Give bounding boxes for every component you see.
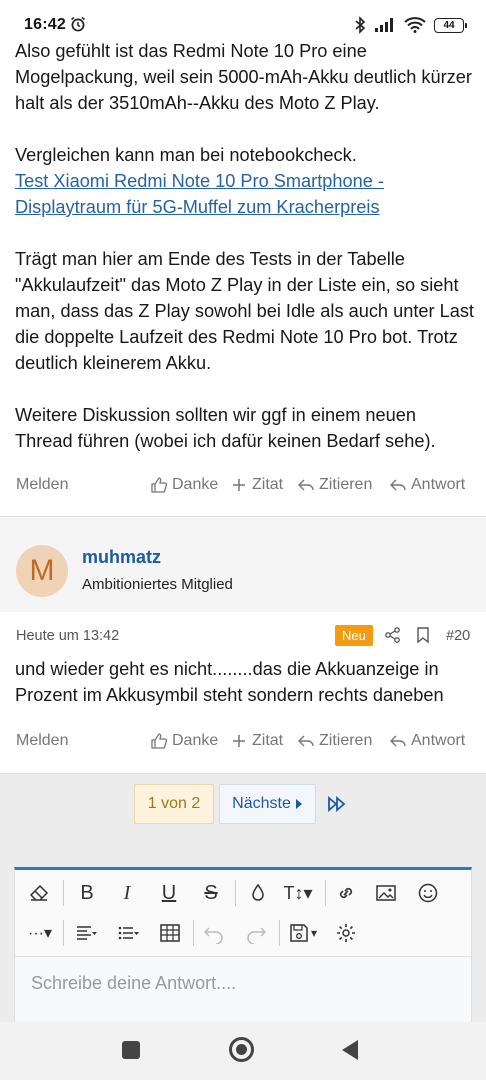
- post-body: und wieder geht es nicht........das die …: [15, 659, 444, 705]
- reply-button[interactable]: Antwort: [389, 476, 465, 494]
- bold-icon[interactable]: B: [73, 880, 101, 906]
- post-actions: Melden Danke Zitat Zitieren Antwort: [0, 472, 486, 502]
- post-paragraph: Vergleichen kann man bei notebookcheck. …: [15, 142, 475, 220]
- system-navigation-bar: [0, 1022, 486, 1080]
- quote-button[interactable]: Zitieren: [297, 732, 372, 750]
- next-page-label: Nächste: [232, 795, 291, 812]
- next-page-button[interactable]: Nächste: [219, 784, 316, 824]
- pagination: 1 von 2 Nächste: [0, 773, 486, 853]
- post-author-header: M muhmatz Ambitioniertes Mitglied: [0, 516, 486, 612]
- underline-icon[interactable]: U: [155, 880, 183, 906]
- toolbar-separator: [279, 920, 280, 946]
- quote-reply-icon: [298, 735, 314, 747]
- link-icon[interactable]: [333, 880, 359, 906]
- caret-right-icon: [295, 799, 302, 809]
- undo-icon[interactable]: [201, 920, 227, 946]
- post-content: Also gefühlt ist das Redmi Note 10 Pro e…: [15, 38, 475, 480]
- bookmark-icon[interactable]: [414, 626, 432, 644]
- post-paragraph: Trägt man hier am Ende des Tests in der …: [15, 249, 474, 373]
- status-time: 16:42: [24, 16, 66, 33]
- reply-button[interactable]: Antwort: [389, 732, 465, 750]
- report-button[interactable]: Melden: [16, 476, 68, 494]
- like-label: Danke: [172, 476, 219, 493]
- recent-apps-button[interactable]: [122, 1041, 140, 1059]
- reply-editor-area: B I U S T↕▾ ···▾ ▾ Schreibe deine Antwor…: [0, 853, 486, 1037]
- back-button[interactable]: [342, 1040, 358, 1060]
- user-role: Ambitioniertes Mitglied: [82, 576, 233, 593]
- home-button[interactable]: [229, 1037, 254, 1062]
- quote-add-button[interactable]: Zitat: [230, 732, 283, 750]
- signal-icon: [375, 18, 393, 32]
- status-icons: 44: [354, 16, 467, 34]
- font-size-icon[interactable]: T↕▾: [281, 880, 315, 906]
- alarm-icon: [71, 16, 85, 32]
- plus-icon: [233, 735, 245, 747]
- save-draft-icon[interactable]: ▾: [285, 920, 321, 946]
- table-icon[interactable]: [157, 920, 183, 946]
- post-actions: Melden Danke Zitat Zitieren Antwort: [0, 728, 486, 758]
- color-drop-icon[interactable]: [245, 880, 271, 906]
- list-icon[interactable]: [111, 920, 145, 946]
- italic-icon[interactable]: I: [113, 880, 141, 906]
- toolbar-separator: [63, 920, 64, 946]
- reply-label: Antwort: [411, 732, 466, 749]
- chevron-down-icon: ▾: [310, 926, 318, 940]
- plus-icon: [233, 479, 245, 491]
- report-button[interactable]: Melden: [16, 732, 68, 750]
- post-paragraph-text: Vergleichen kann man bei notebookcheck.: [15, 145, 357, 165]
- avatar[interactable]: M: [16, 545, 68, 597]
- redo-icon[interactable]: [243, 920, 269, 946]
- thumbs-up-icon: [151, 733, 168, 749]
- quote-add-label: Zitat: [252, 476, 284, 493]
- thumbs-up-icon: [151, 477, 168, 493]
- bluetooth-icon: [355, 16, 366, 34]
- emoji-icon[interactable]: [415, 880, 441, 906]
- reply-label: Antwort: [411, 476, 466, 493]
- editor-toolbar-row-2: ···▾ ▾: [15, 914, 473, 954]
- reply-icon: [390, 479, 406, 491]
- quote-button[interactable]: Zitieren: [297, 476, 372, 494]
- quote-label: Zitieren: [319, 732, 373, 749]
- toolbar-separator: [63, 880, 64, 906]
- like-button[interactable]: Danke: [150, 732, 218, 750]
- reply-icon: [390, 735, 406, 747]
- last-page-icon[interactable]: [326, 794, 348, 814]
- align-icon[interactable]: [69, 920, 103, 946]
- page-current-button[interactable]: 1 von 2: [134, 784, 214, 824]
- wifi-icon: [404, 17, 426, 33]
- post-paragraph: Also gefühlt ist das Redmi Note 10 Pro e…: [15, 41, 472, 113]
- post-number[interactable]: #20: [446, 628, 470, 644]
- username-link[interactable]: muhmatz: [82, 547, 161, 568]
- reply-placeholder: Schreibe deine Antwort....: [31, 973, 237, 993]
- new-badge: Neu: [335, 625, 373, 646]
- editor-toolbar-row-1: B I U S T↕▾: [15, 874, 473, 914]
- battery-icon: 44: [434, 17, 467, 33]
- notebookcheck-link[interactable]: Test Xiaomi Redmi Note 10 Pro Smartphone…: [15, 171, 384, 217]
- like-label: Danke: [172, 732, 219, 749]
- toolbar-separator: [193, 920, 194, 946]
- rich-text-editor: B I U S T↕▾ ···▾ ▾ Schreibe deine Antwor…: [14, 867, 472, 1037]
- strikethrough-icon[interactable]: S: [197, 880, 225, 906]
- quote-add-button[interactable]: Zitat: [230, 476, 283, 494]
- share-icon[interactable]: [384, 626, 402, 644]
- eraser-icon[interactable]: [25, 880, 53, 906]
- toolbar-separator: [325, 880, 326, 906]
- post-paragraph: Weitere Diskussion sollten wir ggf in ei…: [15, 405, 436, 451]
- quote-reply-icon: [298, 479, 314, 491]
- like-button[interactable]: Danke: [150, 476, 218, 494]
- quote-label: Zitieren: [319, 476, 373, 493]
- post-meta: Heute um 13:42 Neu #20: [0, 624, 486, 648]
- post-date[interactable]: Heute um 13:42: [16, 628, 119, 644]
- more-options-icon[interactable]: ···▾: [25, 920, 55, 946]
- battery-level: 44: [443, 19, 455, 31]
- toolbar-separator: [235, 880, 236, 906]
- image-icon[interactable]: [373, 880, 399, 906]
- settings-gear-icon[interactable]: [333, 920, 359, 946]
- quote-add-label: Zitat: [252, 732, 284, 749]
